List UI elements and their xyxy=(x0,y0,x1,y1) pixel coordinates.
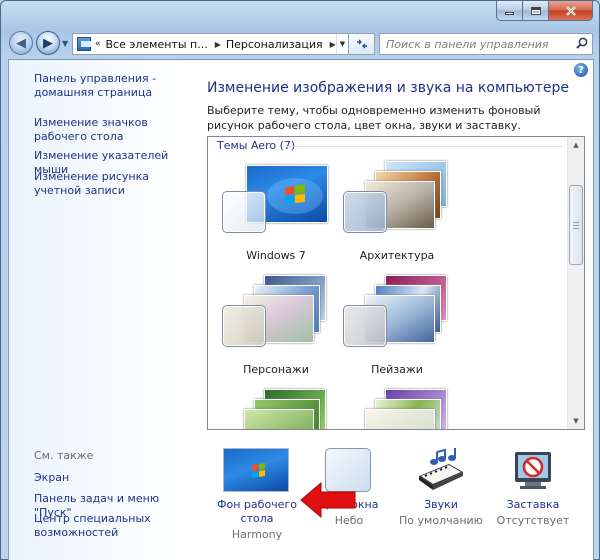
forward-button[interactable]: ▶ xyxy=(36,31,60,55)
windows-logo-icon xyxy=(252,463,265,478)
breadcrumb-overflow-icon[interactable]: « xyxy=(95,39,101,49)
control-panel-icon xyxy=(77,37,91,51)
minimize-icon xyxy=(505,12,514,15)
content-area: Панель управления - домашняя страница Из… xyxy=(8,59,594,560)
theme-name: Пейзажи xyxy=(371,363,423,376)
theme-thumbnail xyxy=(365,409,435,429)
scroll-thumb[interactable] xyxy=(569,185,583,265)
window-frame: ◀ ▶ ▼ « Все элементы п... ▶ Персонализац… xyxy=(0,0,600,560)
sidebar-link-home[interactable]: Панель управления - домашняя страница xyxy=(34,72,190,100)
sounds-label[interactable]: Звуки xyxy=(395,498,487,512)
address-bar[interactable]: « Все элементы п... ▶ Персонализация ▶ ▼ xyxy=(72,33,349,55)
sounds-icon xyxy=(419,448,463,490)
forward-arrow-icon: ▶ xyxy=(43,35,53,51)
theme-color-swatch xyxy=(343,191,387,233)
theme-list-scrollbar[interactable]: ▲ ▼ xyxy=(567,137,584,429)
refresh-button[interactable] xyxy=(349,33,375,55)
grip-line xyxy=(573,228,579,229)
screensaver-value: Отсутствует xyxy=(496,514,570,527)
theme-windows7[interactable]: Windows 7 xyxy=(218,157,334,267)
screensaver-icon xyxy=(515,452,551,489)
page-title: Изменение изображения и звука на компьют… xyxy=(207,80,569,96)
breadcrumb-separator-icon[interactable]: ▶ xyxy=(215,40,221,49)
search-input[interactable] xyxy=(380,34,570,54)
search-icon[interactable] xyxy=(576,37,588,49)
theme-list: Темы Aero (7) Windows 7 Архитектура Перс… xyxy=(207,136,585,430)
desktop-background-value: Harmony xyxy=(231,528,283,541)
left-pane: Панель управления - домашняя страница Из… xyxy=(9,60,190,560)
desktop-background-label[interactable]: Фон рабочего стола xyxy=(211,498,303,526)
recent-pages-dropdown[interactable]: ▼ xyxy=(62,39,68,48)
theme-landscapes[interactable]: Пейзажи xyxy=(339,271,455,381)
sounds-value: По умолчанию xyxy=(399,514,483,527)
sidebar-link-desktop-icons[interactable]: Изменение значков рабочего стола xyxy=(34,116,190,144)
red-arrow-annotation xyxy=(300,481,356,519)
screensaver-label[interactable]: Заставка xyxy=(487,498,579,512)
navigation-bar: ◀ ▶ ▼ « Все элементы п... ▶ Персонализац… xyxy=(1,27,600,59)
back-arrow-icon: ◀ xyxy=(16,35,26,51)
theme-architecture[interactable]: Архитектура xyxy=(339,157,455,267)
address-dropdown-icon[interactable]: ▼ xyxy=(335,34,348,54)
breadcrumb-personalization[interactable]: Персонализация xyxy=(226,38,323,51)
theme-color-swatch xyxy=(343,305,387,347)
caption-buttons xyxy=(496,1,593,21)
close-icon xyxy=(565,5,576,16)
minimize-button[interactable] xyxy=(496,1,523,21)
theme-name: Архитектура xyxy=(359,249,435,262)
refresh-icon xyxy=(356,39,367,49)
theme-thumbnail xyxy=(244,409,314,429)
breadcrumb-all-items[interactable]: Все элементы п... xyxy=(105,38,207,51)
back-button[interactable]: ◀ xyxy=(9,31,33,55)
sidebar-link-ease-of-access[interactable]: Центр специальных возможностей xyxy=(34,512,190,540)
scroll-up-icon[interactable]: ▲ xyxy=(568,137,584,153)
theme-name: Персонажи xyxy=(243,363,309,376)
theme-characters[interactable]: Персонажи xyxy=(218,271,334,381)
sidebar-link-account-picture[interactable]: Изменение рисунка учетной записи xyxy=(34,170,190,198)
background-thumbnail xyxy=(223,448,289,492)
help-icon[interactable]: ? xyxy=(574,63,588,77)
search-box[interactable] xyxy=(379,33,593,55)
see-also-heading: См. также xyxy=(34,449,94,462)
page-description: Выберите тему, чтобы одновременно измени… xyxy=(207,104,541,132)
group-divider xyxy=(283,146,563,147)
sidebar-link-display[interactable]: Экран xyxy=(34,471,190,485)
close-button[interactable] xyxy=(549,1,593,21)
theme-nature[interactable] xyxy=(218,385,334,429)
maximize-button[interactable] xyxy=(523,1,549,21)
grip-line xyxy=(573,225,579,226)
grip-line xyxy=(573,222,579,223)
theme-color-swatch xyxy=(222,191,266,233)
theme-name: Windows 7 xyxy=(246,249,306,262)
theme-color-swatch xyxy=(222,305,266,347)
theme-scenes[interactable] xyxy=(339,385,455,429)
maximize-icon xyxy=(530,6,541,15)
scroll-down-icon[interactable]: ▼ xyxy=(568,413,584,429)
